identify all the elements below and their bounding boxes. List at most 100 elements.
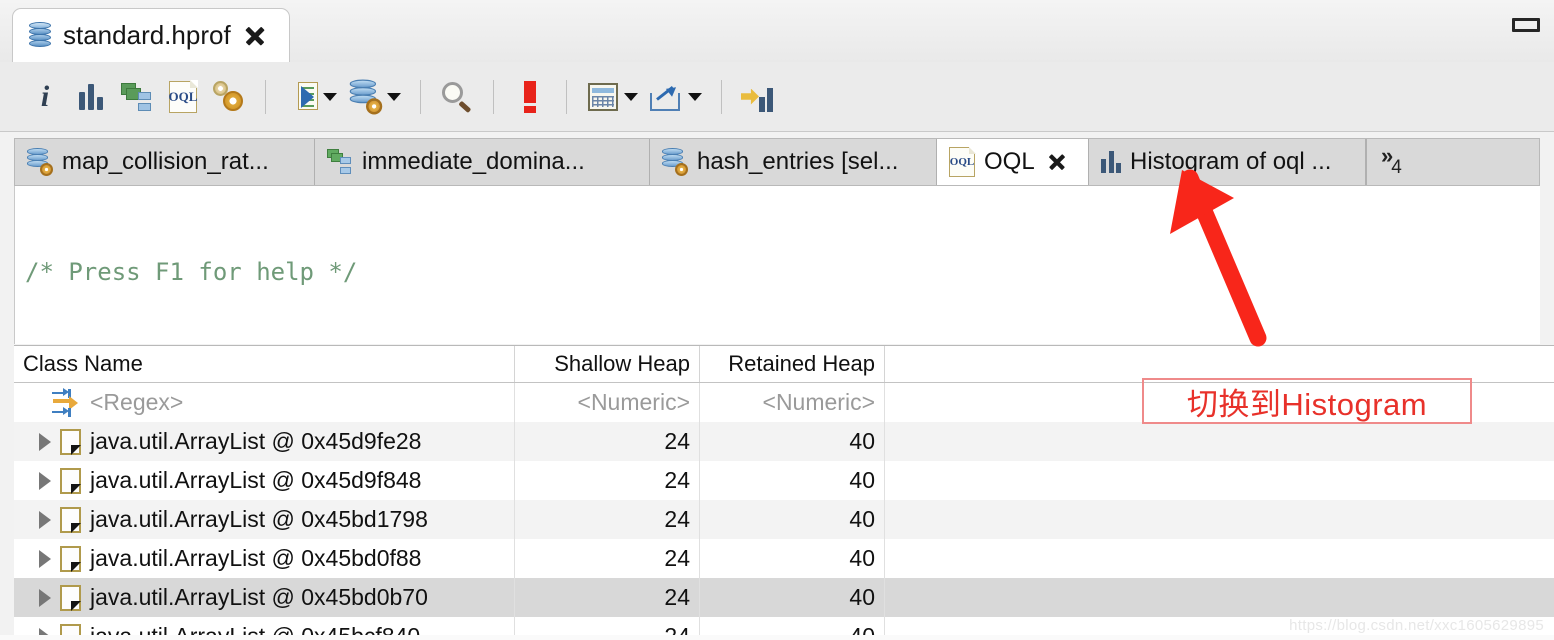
error-icon[interactable]	[507, 74, 553, 120]
object-instance-icon	[60, 584, 81, 611]
histogram-icon[interactable]	[68, 74, 114, 120]
tab-label: immediate_domina...	[362, 148, 585, 175]
expand-triangle-icon[interactable]	[39, 432, 51, 451]
run-query-dropdown-caret[interactable]	[323, 92, 337, 101]
database-gear-icon[interactable]	[343, 74, 389, 120]
tab-label: Histogram of oql ...	[1130, 148, 1332, 175]
object-instance-icon	[60, 467, 81, 494]
tab-label: hash_entries [sel...	[697, 148, 899, 175]
cell-text: java.util.ArrayList @ 0x45bd0f88	[90, 545, 422, 571]
toolbar-separator	[265, 79, 266, 114]
table-row[interactable]: java.util.ArrayList @ 0x45d9fe28 24 40	[14, 422, 1554, 461]
tab-label: map_collision_rat...	[62, 148, 269, 175]
tab-histogram-of-oql[interactable]: Histogram of oql ...	[1089, 139, 1366, 185]
object-instance-icon	[60, 545, 81, 572]
table-row[interactable]: java.util.ArrayList @ 0x45bd0b70 24 40	[14, 578, 1554, 617]
minimize-icon[interactable]	[1512, 18, 1540, 32]
filter-text-class-name: <Regex>	[90, 389, 184, 415]
cell-retained-heap: 40	[700, 461, 885, 500]
cell-class-name[interactable]: java.util.ArrayList @ 0x45d9f848	[14, 461, 515, 500]
tab-immediate-domina[interactable]: immediate_domina...	[315, 139, 650, 185]
eclipse-mat-window: standard.hprof i OQL map_collision_rat..…	[0, 0, 1554, 640]
search-icon[interactable]	[434, 74, 480, 120]
oql-icon[interactable]: OQL	[160, 74, 206, 120]
settings-gear-icon-glyph	[213, 80, 245, 113]
filter-cell-retained-heap[interactable]: <Numeric>	[700, 383, 885, 422]
cell-shallow-heap: 24	[515, 500, 700, 539]
expand-triangle-icon[interactable]	[39, 471, 51, 490]
expand-triangle-icon[interactable]	[39, 510, 51, 529]
cell-empty	[885, 539, 1554, 578]
histogram-gold-icon-glyph	[741, 82, 775, 112]
view-tab-bar: map_collision_rat... immediate_domina...…	[14, 138, 1540, 186]
run-query-icon[interactable]	[279, 74, 325, 120]
cell-shallow-heap: 24	[515, 461, 700, 500]
column-header-class-name[interactable]: Class Name	[14, 346, 515, 382]
table-row[interactable]: java.util.ArrayList @ 0x45d9f848 24 40	[14, 461, 1554, 500]
cell-class-name[interactable]: java.util.ArrayList @ 0x45bd0b70	[14, 578, 515, 617]
run-query-icon-glyph	[285, 81, 319, 112]
cell-class-name[interactable]: java.util.ArrayList @ 0x45bd0f88	[14, 539, 515, 578]
tree-icon	[327, 148, 353, 176]
cell-empty	[885, 461, 1554, 500]
main-toolbar: i OQL	[0, 62, 1554, 132]
toolbar-separator	[420, 79, 421, 114]
settings-gear-icon[interactable]	[206, 74, 252, 120]
cell-empty	[885, 500, 1554, 539]
tab-close-icon[interactable]	[1049, 154, 1064, 169]
tab-oql[interactable]: OQL OQL	[937, 139, 1089, 185]
filter-cell-shallow-heap[interactable]: <Numeric>	[515, 383, 700, 422]
table-row[interactable]: java.util.ArrayList @ 0x45bd1798 24 40	[14, 500, 1554, 539]
expand-triangle-icon[interactable]	[39, 588, 51, 607]
info-icon[interactable]: i	[22, 74, 68, 120]
database-icon	[27, 21, 53, 51]
histogram-icon-glyph	[79, 83, 103, 110]
column-header-shallow-heap[interactable]: Shallow Heap	[515, 346, 700, 382]
open-external-dropdown-caret[interactable]	[688, 92, 702, 101]
cell-shallow-heap: 24	[515, 422, 700, 461]
open-external-icon-glyph	[650, 83, 684, 111]
tab-overflow-button[interactable]: » 4	[1366, 139, 1418, 185]
database-gear-icon	[27, 148, 53, 176]
expand-triangle-icon[interactable]	[39, 549, 51, 568]
dominator-tree-icon-glyph	[121, 82, 153, 112]
open-external-icon[interactable]	[644, 74, 690, 120]
editor-tab-label: standard.hprof	[63, 20, 231, 50]
table-export-icon-glyph	[588, 82, 618, 111]
table-export-icon[interactable]	[580, 74, 626, 120]
toolbar-separator	[566, 79, 567, 114]
cell-retained-heap: 40	[700, 578, 885, 617]
cell-retained-heap: 40	[700, 422, 885, 461]
table-export-dropdown-caret[interactable]	[624, 92, 638, 101]
oql-icon-glyph: OQL	[169, 80, 198, 113]
database-gear-icon-glyph	[349, 79, 383, 114]
tab-map-collision-rat[interactable]: map_collision_rat...	[15, 139, 315, 185]
tab-overflow-count: 4	[1391, 157, 1402, 178]
oql-query-editor[interactable]: /* Press F1 for help */ select * from ja…	[14, 186, 1540, 382]
editor-tab-standard-hprof[interactable]: standard.hprof	[12, 8, 290, 62]
dominator-tree-icon[interactable]	[114, 74, 160, 120]
callout-switch-to-histogram: 切换到Histogram	[1142, 378, 1472, 424]
histogram-gold-icon[interactable]	[735, 74, 781, 120]
tab-hash-entries[interactable]: hash_entries [sel...	[650, 139, 937, 185]
cell-text: java.util.ArrayList @ 0x45bd1798	[90, 506, 428, 532]
column-header-retained-heap[interactable]: Retained Heap	[700, 346, 885, 382]
table-row[interactable]: java.util.ArrayList @ 0x45bd0f88 24 40	[14, 539, 1554, 578]
filter-cell-class-name[interactable]: <Regex>	[14, 383, 515, 422]
cell-retained-heap: 40	[700, 500, 885, 539]
window-titlebar: standard.hprof	[0, 0, 1554, 63]
histogram-icon	[1101, 151, 1121, 173]
cell-class-name[interactable]: java.util.ArrayList @ 0x45d9fe28	[14, 422, 515, 461]
callout-text: 切换到Histogram	[1186, 386, 1428, 422]
cell-text: java.util.ArrayList @ 0x45d9f848	[90, 467, 422, 493]
cell-retained-heap: 40	[700, 539, 885, 578]
close-icon[interactable]	[245, 26, 265, 46]
cell-class-name[interactable]: java.util.ArrayList @ 0x45bd1798	[14, 500, 515, 539]
error-icon-glyph	[524, 80, 536, 113]
bottom-edge	[0, 635, 1554, 640]
toolbar-separator	[721, 79, 722, 114]
cell-text: java.util.ArrayList @ 0x45d9fe28	[90, 428, 422, 454]
cell-text: java.util.ArrayList @ 0x45bd0b70	[90, 584, 428, 610]
database-gear-dropdown-caret[interactable]	[387, 92, 401, 101]
cell-shallow-heap: 24	[515, 578, 700, 617]
